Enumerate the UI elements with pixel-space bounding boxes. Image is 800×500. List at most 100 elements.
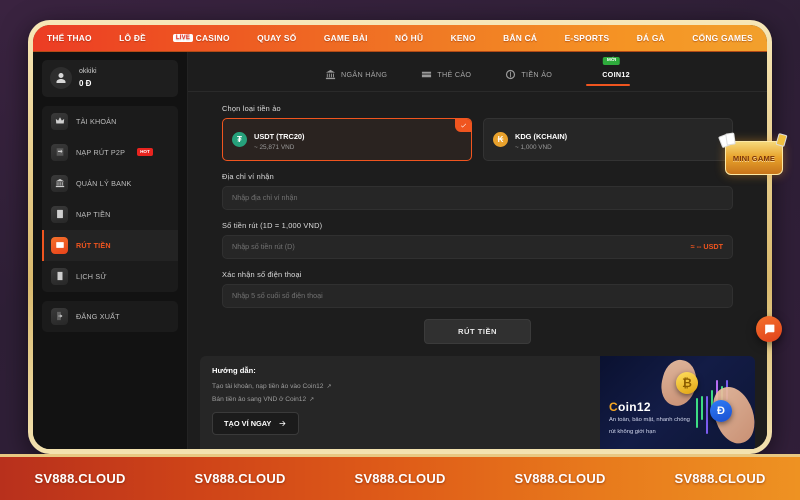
coin-option-0[interactable]: ₮ USDT (TRC20) ~ 25,871 VND: [222, 118, 472, 161]
nav-item-6[interactable]: KENO: [451, 33, 476, 43]
nav-item-label: THỂ THAO: [47, 33, 92, 43]
sidebar: okkiki 0 Đ TÀI KHOẢN NẠP RÚT P2P HOT QUẢN L…: [33, 52, 188, 449]
nav-item-label: CASINO: [195, 33, 230, 43]
dash-coin-icon: Ð: [710, 399, 732, 422]
crown-icon: [55, 117, 64, 124]
hot-badge: HOT: [137, 148, 153, 156]
tab-bar: NGÂN HÀNG THẺ CÀO TIỀN ẢO MỚI COIN12: [188, 52, 767, 92]
sidebar-item-nạp-tiền[interactable]: NẠP TIỀN: [42, 199, 178, 230]
coin-symbol-icon: ₭: [493, 131, 508, 147]
brand-watermark-0: SV888.CLOUD: [34, 471, 126, 486]
chat-support-button[interactable]: [756, 316, 782, 342]
create-wallet-label: TẠO VÍ NGAY: [224, 418, 272, 428]
tab-thẻ-cào[interactable]: THẺ CÀO: [421, 69, 471, 85]
nav-item-5[interactable]: NỔ HŨ: [395, 33, 423, 43]
sidebar-item-label: LỊCH SỬ: [76, 271, 107, 281]
mini-game-widget[interactable]: MINI GAME: [718, 130, 790, 186]
phone-placeholder: Nhập 5 số cuối số điện thoại: [232, 291, 323, 301]
sidebar-item-tài-khoản[interactable]: TÀI KHOẢN: [42, 106, 178, 137]
playing-card-icon: [725, 132, 736, 146]
nav-item-7[interactable]: BẮN CÁ: [503, 33, 537, 43]
history-icon-wrap: [51, 267, 68, 285]
deposit-icon-wrap: [51, 205, 68, 223]
sidebar-item-lịch-sử[interactable]: LỊCH SỬ: [42, 261, 178, 292]
wallet-address-input[interactable]: Nhập địa chỉ ví nhận: [222, 185, 733, 210]
tab-tiền-ảo[interactable]: TIỀN ẢO: [505, 69, 552, 85]
nav-item-label: E-SPORTS: [564, 33, 610, 43]
gold-bar-icon: [775, 132, 788, 148]
coin12-banner[interactable]: ₿ Ð Coin12 An toàn, bảo mật, nhanh chóng…: [600, 355, 755, 449]
page-root: THỂ THAO LÔ ĐỀ LIVE CASINO QUAY SỐ GAME BÀI NỔ…: [0, 0, 800, 500]
sidebar-item-label: NẠP TIỀN: [76, 209, 111, 219]
nav-item-10[interactable]: CỔNG GAMES: [692, 33, 753, 43]
amount-converted-suffix: ≈ -- USDT: [690, 242, 723, 252]
profile-username: okkiki: [79, 68, 97, 75]
chat-bubble-icon: [764, 324, 774, 334]
sidebar-menu-group-account: ĐĂNG XUẤT: [42, 300, 178, 332]
wallet-address-placeholder: Nhập địa chỉ ví nhận: [232, 193, 298, 203]
phone-label: Xác nhận số điện thoại: [222, 269, 302, 279]
external-link-icon: ↗: [309, 396, 315, 403]
nav-item-label: LÔ ĐỀ: [119, 33, 146, 43]
bank-icon: [325, 69, 336, 80]
nav-item-label: NỔ HŨ: [395, 33, 424, 43]
guide-link-0[interactable]: Tạo tài khoản, nạp tiền ảo vào Coin12 ↗: [212, 383, 588, 390]
nav-item-3[interactable]: QUAY SỐ: [257, 33, 296, 43]
banner-brand-rest: oin12: [617, 399, 651, 414]
body-split: okkiki 0 Đ TÀI KHOẢN NẠP RÚT P2P HOT QUẢN L…: [33, 52, 767, 449]
mini-game-badge: MINI GAME: [718, 132, 788, 175]
user-icon: [56, 73, 66, 84]
guide-left: Hướng dẫn: Tạo tài khoản, nạp tiền ảo và…: [200, 356, 600, 449]
sidebar-item-đăng-xuất[interactable]: ĐĂNG XUẤT: [42, 301, 178, 332]
amount-label: Số tiền rút (1D = 1,000 VND): [222, 220, 323, 230]
deposit-icon: [56, 209, 63, 219]
new-badge: MỚI: [602, 57, 621, 65]
guide-link-1[interactable]: Bán tiền ảo sang VND ở Coin12 ↗: [212, 396, 588, 403]
coin-options: ₮ USDT (TRC20) ~ 25,871 VND ₭ KDG (KCHAIN) ~ …: [222, 118, 733, 161]
withdraw-submit-button[interactable]: RÚT TIỀN: [423, 318, 531, 344]
nav-item-8[interactable]: E-SPORTS: [565, 33, 610, 43]
nav-item-4[interactable]: GAME BÀI: [324, 33, 368, 43]
coin-option-1[interactable]: ₭ KDG (KCHAIN) ~ 1,000 VND: [483, 118, 733, 161]
profile-card[interactable]: okkiki 0 Đ: [42, 60, 178, 97]
submit-row: RÚT TIỀN: [222, 318, 733, 344]
main-panel: NGÂN HÀNG THẺ CÀO TIỀN ẢO MỚI COIN12 Chọn lo…: [188, 52, 767, 449]
coin-rate: ~ 25,871 VND: [254, 144, 295, 151]
logout-icon-wrap: [51, 307, 68, 325]
nav-item-1[interactable]: LÔ ĐỀ: [119, 33, 146, 43]
crypto-icon: [506, 69, 516, 80]
tab-coin12[interactable]: MỚI COIN12: [586, 57, 630, 86]
coin-symbol-icon: ₮: [232, 131, 247, 147]
bitcoin-coin-icon: ₿: [676, 371, 698, 394]
amount-input[interactable]: Nhập số tiền rút (D) ≈ -- USDT: [222, 234, 733, 259]
nav-item-0[interactable]: THỂ THAO: [47, 33, 92, 43]
nav-item-label: KENO: [450, 33, 476, 43]
tab-ngân-hàng[interactable]: NGÂN HÀNG: [325, 69, 387, 85]
sidebar-item-quản-lý-bank[interactable]: QUẢN LÝ BANK: [42, 168, 178, 199]
tab-label: NGÂN HÀNG: [341, 70, 388, 79]
mini-game-label: MINI GAME: [732, 153, 776, 163]
banner-text: Coin12 An toàn, bảo mật, nhanh chóng rút…: [609, 400, 690, 438]
live-badge: LIVE: [173, 34, 193, 42]
transfer-icon-wrap: [51, 143, 68, 161]
brand-watermark-3: SV888.CLOUD: [514, 471, 606, 486]
sidebar-item-rút-tiền[interactable]: RÚT TIỀN: [42, 229, 178, 261]
create-wallet-button[interactable]: TẠO VÍ NGAY: [212, 411, 300, 435]
brand-watermark-2: SV888.CLOUD: [354, 471, 446, 486]
nav-item-label: CỔNG GAMES: [692, 33, 753, 43]
coin-name: KDG (KCHAIN): [515, 132, 568, 141]
phone-input[interactable]: Nhập 5 số cuối số điện thoại: [222, 283, 733, 308]
sidebar-item-nạp-rút-p2p[interactable]: NẠP RÚT P2P HOT: [42, 137, 178, 168]
withdraw-icon-wrap: [51, 236, 68, 254]
coin-rate: ~ 1,000 VND: [515, 144, 552, 151]
logout-icon: [56, 311, 62, 321]
tab-label: TIỀN ẢO: [521, 70, 553, 79]
wallet-address-label: Địa chỉ ví nhận: [222, 171, 274, 181]
nav-item-2[interactable]: LIVE CASINO: [173, 33, 229, 43]
external-link-icon: ↗: [326, 383, 332, 390]
sidebar-item-label: QUẢN LÝ BANK: [76, 178, 132, 188]
nav-item-9[interactable]: ĐÁ GÀ: [637, 33, 665, 43]
brand-watermark-4: SV888.CLOUD: [674, 471, 766, 486]
nav-item-label: GAME BÀI: [323, 33, 368, 43]
nav-item-label: QUAY SỐ: [257, 33, 297, 43]
